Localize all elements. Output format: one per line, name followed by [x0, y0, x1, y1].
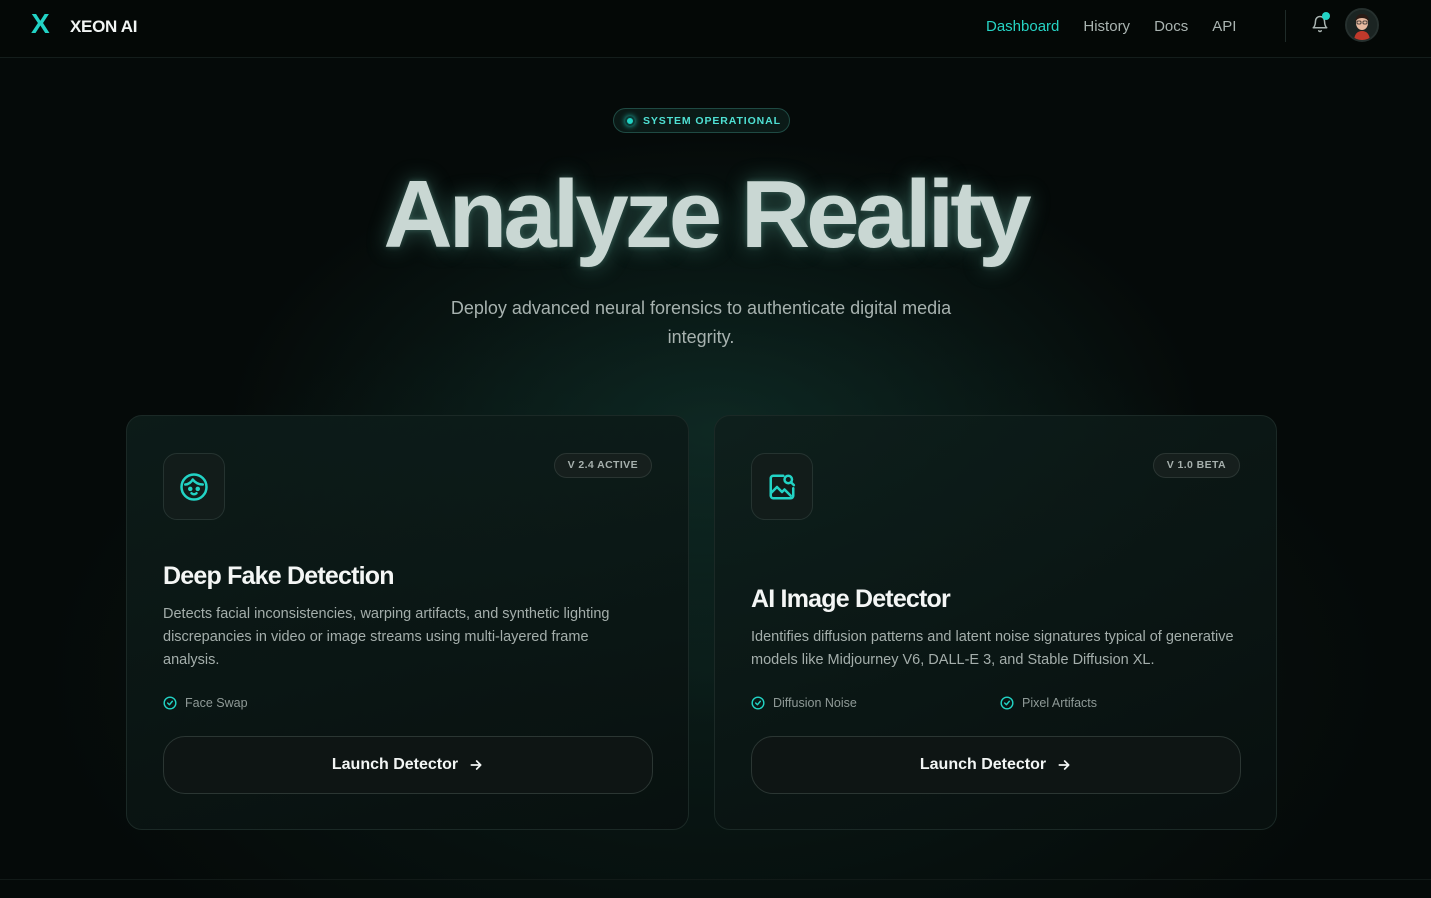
status-dot-icon — [625, 115, 635, 126]
card-icon-container — [163, 453, 225, 520]
launch-detector-button[interactable]: Launch Detector — [751, 736, 1241, 794]
feature-tag: Diffusion Noise — [751, 696, 857, 710]
avatar-image — [1347, 10, 1377, 40]
hero-title: Analyze Reality — [383, 161, 1031, 268]
check-circle-icon — [1000, 696, 1014, 710]
system-status-badge: SYSTEM OPERATIONAL — [613, 108, 790, 133]
card-description: Detects facial inconsistencies, warping … — [163, 606, 610, 668]
version-badge: V 2.4 ACTIVE — [553, 453, 652, 478]
feature-tag: Pixel Artifacts — [1000, 696, 1097, 710]
card-title: AI Image Detector — [751, 585, 951, 613]
card-icon-container — [751, 453, 813, 520]
arrow-right-icon — [1058, 760, 1070, 770]
launch-button-label: Launch Detector — [331, 756, 459, 773]
check-circle-icon — [751, 696, 765, 710]
check-circle-icon — [163, 696, 177, 710]
nav-links: Dashboard History Docs API — [986, 18, 1236, 35]
arrow-right-icon — [470, 760, 482, 770]
user-avatar[interactable] — [1345, 8, 1379, 42]
nav-link-docs[interactable]: Docs — [1154, 18, 1188, 35]
feature-label: Diffusion Noise — [773, 696, 857, 710]
card-deep-fake-detection: V 2.4 ACTIVE Deep Fake Detection Detects… — [126, 415, 689, 830]
card-title: Deep Fake Detection — [163, 562, 395, 590]
launch-button-label: Launch Detector — [919, 756, 1047, 773]
feature-label: Pixel Artifacts — [1022, 696, 1098, 710]
launch-detector-button[interactable]: Launch Detector — [163, 736, 653, 794]
image-search-icon — [769, 474, 796, 499]
nav-link-history[interactable]: History — [1083, 18, 1130, 35]
version-badge: V 1.0 BETA — [1152, 453, 1240, 478]
feature-label: Face Swap — [185, 696, 248, 710]
brand-name[interactable]: XEON AI — [70, 17, 137, 37]
dashboard-page: X XEON AI Dashboard History Docs API SYS… — [0, 0, 1431, 898]
notification-dot — [1322, 12, 1330, 20]
top-nav: X XEON AI Dashboard History Docs API — [0, 0, 1431, 58]
system-status-text: SYSTEM OPERATIONAL — [643, 114, 781, 127]
card-ai-image-detector: V 1.0 BETA AI Image Detector Identifies … — [714, 415, 1277, 830]
card-description: Identifies diffusion patterns and latent… — [751, 629, 1234, 668]
nav-divider — [1285, 10, 1286, 42]
face-icon — [180, 472, 208, 501]
nav-link-dashboard[interactable]: Dashboard — [986, 18, 1059, 35]
footer-divider — [0, 879, 1431, 880]
hero-subtitle: Deploy advanced neural forensics to auth… — [450, 298, 952, 347]
brand-logo-icon[interactable]: X — [31, 10, 50, 38]
feature-tag: Face Swap — [163, 696, 248, 710]
nav-link-api[interactable]: API — [1212, 18, 1236, 35]
